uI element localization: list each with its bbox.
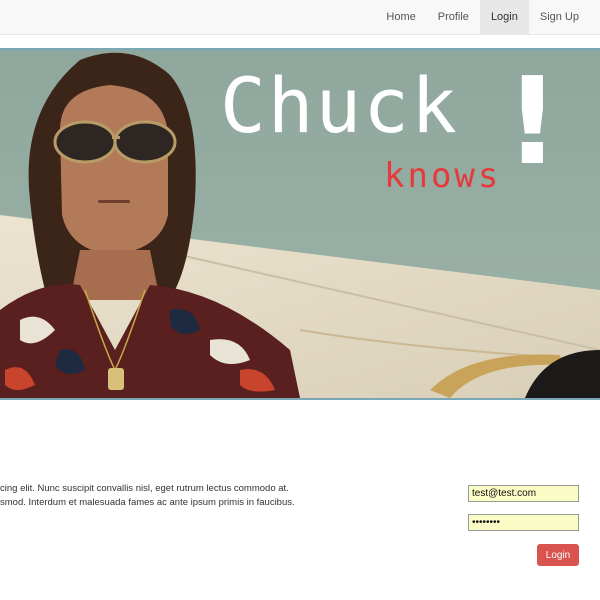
nav-item-login[interactable]: Login (479, 0, 529, 34)
hero-title: Chuck (220, 66, 459, 146)
nav-item-home[interactable]: Home (375, 0, 426, 34)
top-navbar: Home Profile Login Sign Up (0, 0, 600, 35)
password-field[interactable] (468, 514, 579, 531)
intro-text: cing elit. Nunc suscipit convallis nisl,… (0, 482, 295, 510)
intro-line-2: smod. Interdum et malesuada fames ac ant… (0, 497, 295, 508)
nav-menu: Home Profile Login Sign Up (375, 0, 590, 34)
hero-title-word: Chuck (220, 61, 459, 150)
hero-banner: Chuck ! knows (0, 48, 600, 400)
nav-item-signup[interactable]: Sign Up (529, 0, 590, 34)
nav-item-profile[interactable]: Profile (427, 0, 480, 34)
email-field[interactable] (468, 485, 579, 502)
hero-subtitle: knows (384, 156, 502, 196)
login-button[interactable]: Login (537, 544, 579, 566)
hero-exclaim: ! (505, 53, 560, 192)
intro-line-1: cing elit. Nunc suscipit convallis nisl,… (0, 483, 289, 494)
